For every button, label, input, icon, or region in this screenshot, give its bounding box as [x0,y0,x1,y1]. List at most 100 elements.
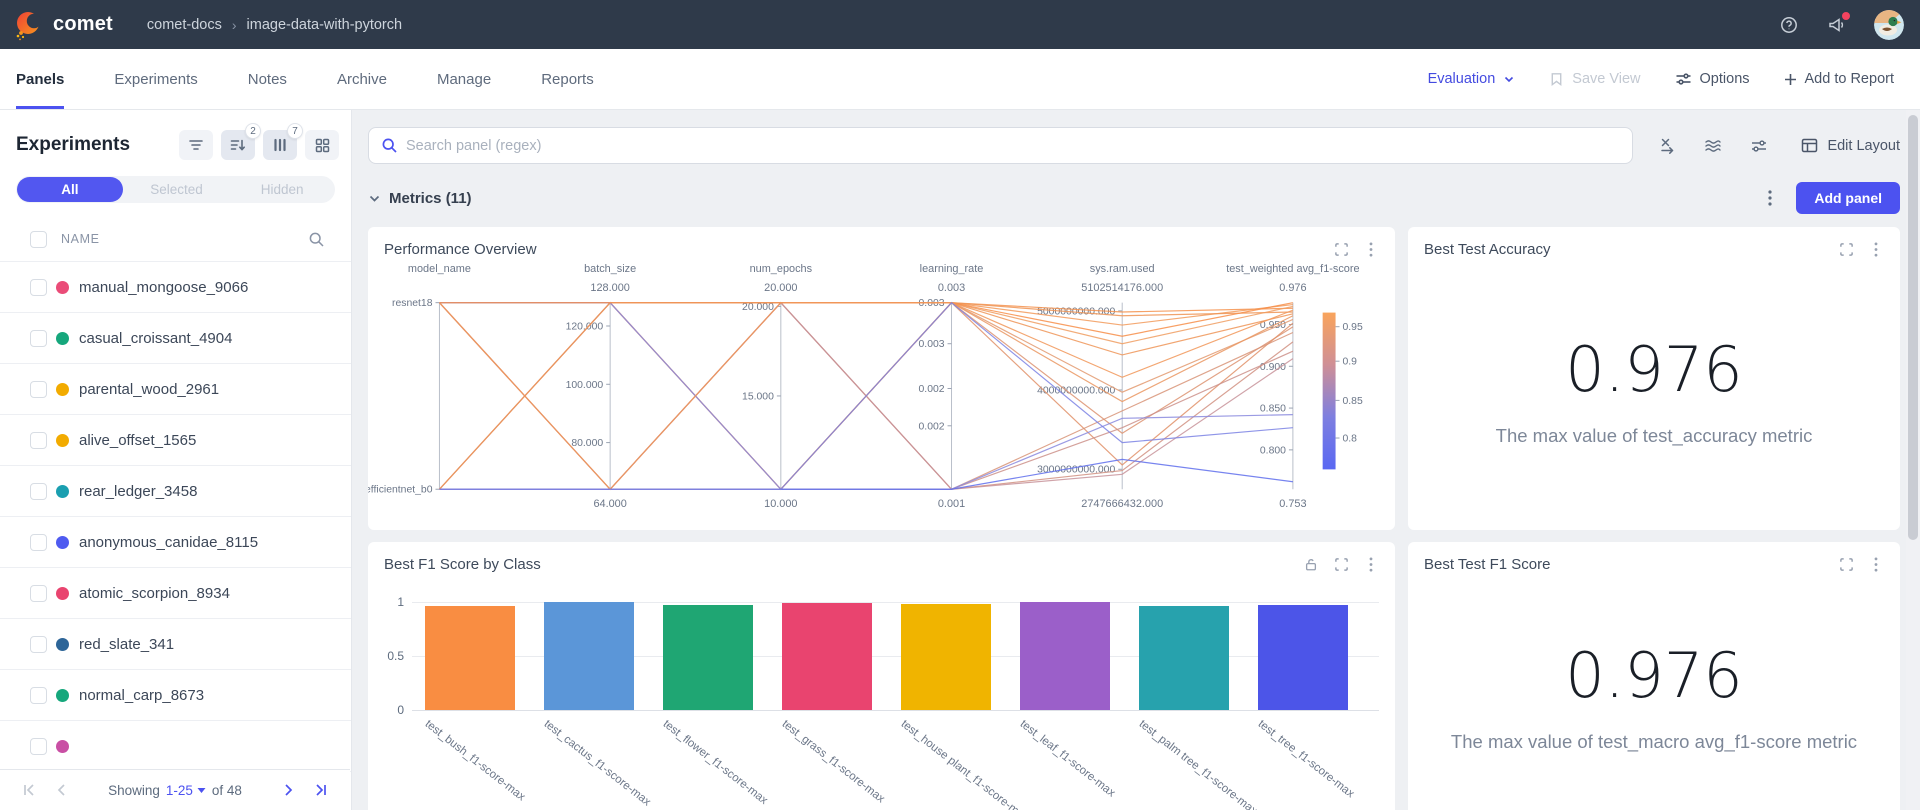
svg-text:0.002: 0.002 [919,384,945,395]
breadcrumb-workspace[interactable]: comet-docs [147,17,222,33]
edit-layout-button[interactable]: Edit Layout [1801,138,1900,154]
expand-icon[interactable] [1836,239,1856,259]
bar-test_tree_f1-score-max[interactable] [1258,605,1348,710]
filter-hidden[interactable]: Hidden [229,176,335,203]
section-kebab-menu-icon[interactable] [1760,188,1780,208]
experiment-checkbox[interactable] [30,687,47,704]
experiment-checkbox[interactable] [30,432,47,449]
svg-text:64.000: 64.000 [593,498,626,510]
panel-title: Best Test F1 Score [1424,556,1550,573]
experiment-row[interactable]: anonymous_canidae_8115 [0,517,351,568]
f1-bar-chart[interactable]: 10.50test_bush_f1-score-maxtest_cactus_f… [368,574,1395,810]
scrollbar-thumb[interactable] [1908,115,1918,540]
add-to-report-button[interactable]: Add to Report [1784,71,1894,87]
experiment-row[interactable] [0,721,351,772]
metric-value: 0.976 [1565,339,1743,401]
parallel-coordinates-chart[interactable]: model_nameresnet18efficientnet_b0batch_s… [368,259,1395,519]
save-view-button[interactable]: Save View [1549,71,1640,87]
filter-selected[interactable]: Selected [124,176,230,203]
tab-archive[interactable]: Archive [337,49,387,109]
experiment-row[interactable]: normal_carp_8673 [0,670,351,721]
experiment-name: casual_croissant_4904 [79,330,232,347]
tab-panels[interactable]: Panels [16,49,64,109]
experiment-color-dot [56,485,69,498]
kebab-menu-icon[interactable] [1361,554,1381,574]
tab-experiments[interactable]: Experiments [114,49,197,109]
metric-caption: The max value of test_accuracy metric [1496,425,1813,447]
svg-text:sys.ram.used: sys.ram.used [1090,263,1155,275]
x-axis-tick: test_flower_f1-score-max [661,718,770,807]
experiment-checkbox[interactable] [30,279,47,296]
experiment-checkbox[interactable] [30,483,47,500]
filter-button[interactable] [179,130,213,160]
options-button[interactable]: Options [1675,71,1750,87]
bar-test_house plant_f1-score-max[interactable] [901,604,991,710]
tab-manage[interactable]: Manage [437,49,491,109]
bar-test_cactus_f1-score-max[interactable] [544,602,634,710]
comet-dashboard: comet comet-docs › image-data-with-pytor… [0,0,1920,810]
panel-best-f1-by-class: Best F1 Score by Class [368,542,1395,810]
filter-all[interactable]: All [17,177,123,202]
search-icon [381,137,398,154]
experiment-checkbox[interactable] [30,585,47,602]
experiment-row[interactable]: parental_wood_2961 [0,364,351,415]
search-panel-input[interactable] [406,138,1622,154]
experiment-row[interactable]: atomic_scorpion_8934 [0,568,351,619]
view-selector-dropdown[interactable]: Evaluation [1428,71,1516,87]
expand-icon[interactable] [1331,239,1351,259]
tab-reports[interactable]: Reports [541,49,594,109]
group-button[interactable] [305,130,339,160]
bar-test_palm tree_f1-score-max[interactable] [1139,606,1229,710]
add-panel-button[interactable]: Add panel [1796,182,1900,214]
smoothing-icon[interactable] [1703,136,1723,156]
bar-test_leaf_f1-score-max[interactable] [1020,602,1110,710]
experiment-checkbox[interactable] [30,534,47,551]
chart-settings-icon[interactable] [1749,136,1769,156]
select-all-checkbox[interactable] [30,231,47,248]
experiment-checkbox[interactable] [30,636,47,653]
bar-test_grass_f1-score-max[interactable] [782,603,872,710]
expand-icon[interactable] [1331,554,1351,574]
first-page-button[interactable] [18,779,40,801]
experiment-checkbox[interactable] [30,330,47,347]
next-page-button[interactable] [278,779,300,801]
tab-notes[interactable]: Notes [248,49,287,109]
content: Experiments 2 [0,110,1920,810]
experiment-row[interactable]: rear_ledger_3458 [0,466,351,517]
expand-icon[interactable] [1836,554,1856,574]
page-scrollbar[interactable] [1906,110,1920,810]
experiment-checkbox[interactable] [30,738,47,755]
prev-page-button[interactable] [50,779,72,801]
help-icon[interactable] [1778,14,1800,36]
page-size-dropdown[interactable]: 1-25 [166,783,206,798]
kebab-menu-icon[interactable] [1866,239,1886,259]
experiment-row[interactable]: casual_croissant_4904 [0,313,351,364]
last-page-button[interactable] [310,779,332,801]
kebab-menu-icon[interactable] [1866,554,1886,574]
panels-grid: Performance Overview mo [368,227,1900,810]
announcements-icon[interactable] [1826,14,1848,36]
experiment-row[interactable]: alive_offset_1565 [0,415,351,466]
svg-text:0.9: 0.9 [1343,357,1358,368]
kebab-menu-icon[interactable] [1361,239,1381,259]
experiment-row[interactable]: manual_mongoose_9066 [0,262,351,313]
x-axis-labels: test_bush_f1-score-maxtest_cactus_f1-sco… [384,710,1379,810]
svg-text:model_name: model_name [408,263,471,275]
x-axis-tick: test_bush_f1-score-max [423,718,528,803]
experiment-checkbox[interactable] [30,381,47,398]
unlock-icon[interactable] [1301,554,1321,574]
clear-x-axis-icon[interactable] [1657,136,1677,156]
bar-test_flower_f1-score-max[interactable] [663,605,753,710]
metrics-section-toggle[interactable]: Metrics (11) [368,190,472,207]
sort-button[interactable]: 2 [221,130,255,160]
y-axis-tick: 1 [397,595,404,609]
panel-best-test-f1: Best Test F1 Score [1408,542,1900,810]
breadcrumb-project[interactable]: image-data-with-pytorch [247,17,403,33]
search-experiments-icon[interactable] [308,231,325,248]
layout-icon [1801,138,1818,153]
avatar[interactable] [1874,10,1904,40]
bar-test_bush_f1-score-max[interactable] [425,606,515,710]
columns-button[interactable]: 7 [263,130,297,160]
comet-logo[interactable]: comet [14,9,113,41]
experiment-row[interactable]: red_slate_341 [0,619,351,670]
